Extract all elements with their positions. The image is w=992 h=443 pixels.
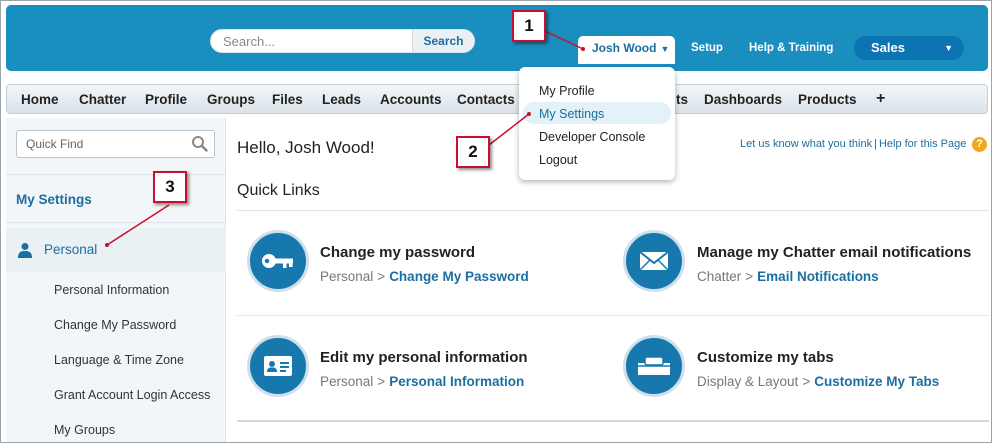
- callout-2: 2: [456, 136, 490, 168]
- breadcrumb-separator: >: [377, 374, 386, 389]
- tab-dashboards[interactable]: Dashboards: [704, 92, 782, 107]
- setup-link[interactable]: Setup: [691, 42, 723, 54]
- sidebar-item-label: Personal: [44, 242, 98, 257]
- tab-contacts[interactable]: Contacts: [457, 92, 515, 107]
- page-greeting: Hello, Josh Wood!: [237, 138, 375, 157]
- search-button[interactable]: Search: [412, 30, 474, 52]
- tab-partial[interactable]: ts: [676, 92, 688, 107]
- divider: [237, 420, 989, 422]
- add-tab-icon[interactable]: +: [876, 90, 885, 108]
- feedback-link[interactable]: Let us know what you think: [740, 138, 872, 150]
- section-title: Quick Links: [237, 182, 320, 199]
- divider: [237, 315, 989, 316]
- callout-3: 3: [153, 171, 187, 203]
- breadcrumb-separator: >: [745, 269, 754, 284]
- key-icon[interactable]: [247, 230, 309, 292]
- sidebar-item-personal[interactable]: Personal: [6, 228, 226, 272]
- card-breadcrumb: Display & Layout > Customize My Tabs: [697, 374, 939, 389]
- card-title-change-password[interactable]: Change my password: [320, 244, 475, 261]
- card-title-customize-tabs[interactable]: Customize my tabs: [697, 349, 834, 366]
- sidebar-item-personal-information[interactable]: Personal Information: [54, 283, 169, 297]
- quick-find-input[interactable]: [17, 131, 187, 157]
- tab-leads[interactable]: Leads: [322, 92, 361, 107]
- email-notifications-link[interactable]: Email Notifications: [757, 269, 879, 284]
- sidebar-item-change-password[interactable]: Change My Password: [54, 318, 176, 332]
- breadcrumb-parent: Personal: [320, 269, 374, 284]
- card-breadcrumb: Personal > Change My Password: [320, 269, 529, 284]
- chevron-down-icon: ▼: [944, 43, 953, 53]
- help-icon[interactable]: ?: [972, 137, 987, 152]
- id-card-icon[interactable]: [247, 335, 309, 397]
- tab-files[interactable]: Files: [272, 92, 303, 107]
- card-title-edit-personal-info[interactable]: Edit my personal information: [320, 349, 528, 366]
- breadcrumb-parent: Display & Layout: [697, 374, 799, 389]
- person-icon: [18, 243, 32, 258]
- customize-tabs-link[interactable]: Customize My Tabs: [814, 374, 939, 389]
- chevron-down-icon: ▼: [660, 44, 670, 54]
- help-page-link[interactable]: Help for this Page: [879, 138, 966, 150]
- breadcrumb-parent: Personal: [320, 374, 374, 389]
- breadcrumb-separator: >: [802, 374, 811, 389]
- tab-products[interactable]: Products: [798, 92, 857, 107]
- breadcrumb-parent: Chatter: [697, 269, 742, 284]
- tab-home[interactable]: Home: [21, 92, 59, 107]
- tab-chatter[interactable]: Chatter: [79, 92, 126, 107]
- search-icon: [192, 136, 208, 152]
- menu-item-my-profile[interactable]: My Profile: [539, 84, 595, 98]
- search-input[interactable]: [211, 30, 413, 52]
- menu-item-logout[interactable]: Logout: [539, 153, 577, 167]
- callout-1: 1: [512, 10, 546, 42]
- user-menu-button[interactable]: Josh Wood ▼: [578, 36, 675, 64]
- app-name: Sales: [871, 40, 905, 55]
- divider: |: [874, 138, 877, 150]
- card-breadcrumb: Chatter > Email Notifications: [697, 269, 879, 284]
- envelope-icon[interactable]: [623, 230, 685, 292]
- search-box: Search: [210, 29, 475, 53]
- tabs-icon[interactable]: [623, 335, 685, 397]
- sidebar-title[interactable]: My Settings: [16, 192, 92, 207]
- user-name: Josh Wood: [592, 41, 657, 55]
- change-password-link[interactable]: Change My Password: [389, 269, 529, 284]
- divider: [237, 210, 989, 211]
- divider: [6, 222, 226, 223]
- app-window: Search Josh Wood▼ Setup Help & Training …: [0, 0, 992, 443]
- sidebar-item-language-timezone[interactable]: Language & Time Zone: [54, 353, 184, 367]
- help-links: Let us know what you think | Help for this…: [740, 138, 966, 150]
- global-header: Search: [6, 5, 988, 71]
- quick-find-box: [16, 130, 215, 158]
- tab-bar: Home Chatter Profile Groups Files Leads …: [6, 84, 988, 114]
- tab-accounts[interactable]: Accounts: [380, 92, 442, 107]
- card-title-chatter-notifications[interactable]: Manage my Chatter email notifications: [697, 244, 971, 261]
- sidebar-item-my-groups[interactable]: My Groups: [54, 423, 115, 437]
- personal-information-link[interactable]: Personal Information: [389, 374, 524, 389]
- app-picker[interactable]: Sales ▼: [854, 36, 964, 60]
- sidebar-item-grant-login-access[interactable]: Grant Account Login Access: [54, 388, 210, 402]
- divider: [6, 174, 226, 175]
- menu-item-my-settings[interactable]: My Settings: [539, 107, 604, 121]
- tab-profile[interactable]: Profile: [145, 92, 187, 107]
- settings-sidebar: My Settings Personal Personal Informatio…: [6, 118, 226, 442]
- user-dropdown-menu: My Profile My Settings Developer Console…: [519, 67, 675, 180]
- breadcrumb-separator: >: [377, 269, 386, 284]
- card-breadcrumb: Personal > Personal Information: [320, 374, 524, 389]
- help-training-link[interactable]: Help & Training: [749, 42, 833, 54]
- menu-item-developer-console[interactable]: Developer Console: [539, 130, 645, 144]
- tab-groups[interactable]: Groups: [207, 92, 255, 107]
